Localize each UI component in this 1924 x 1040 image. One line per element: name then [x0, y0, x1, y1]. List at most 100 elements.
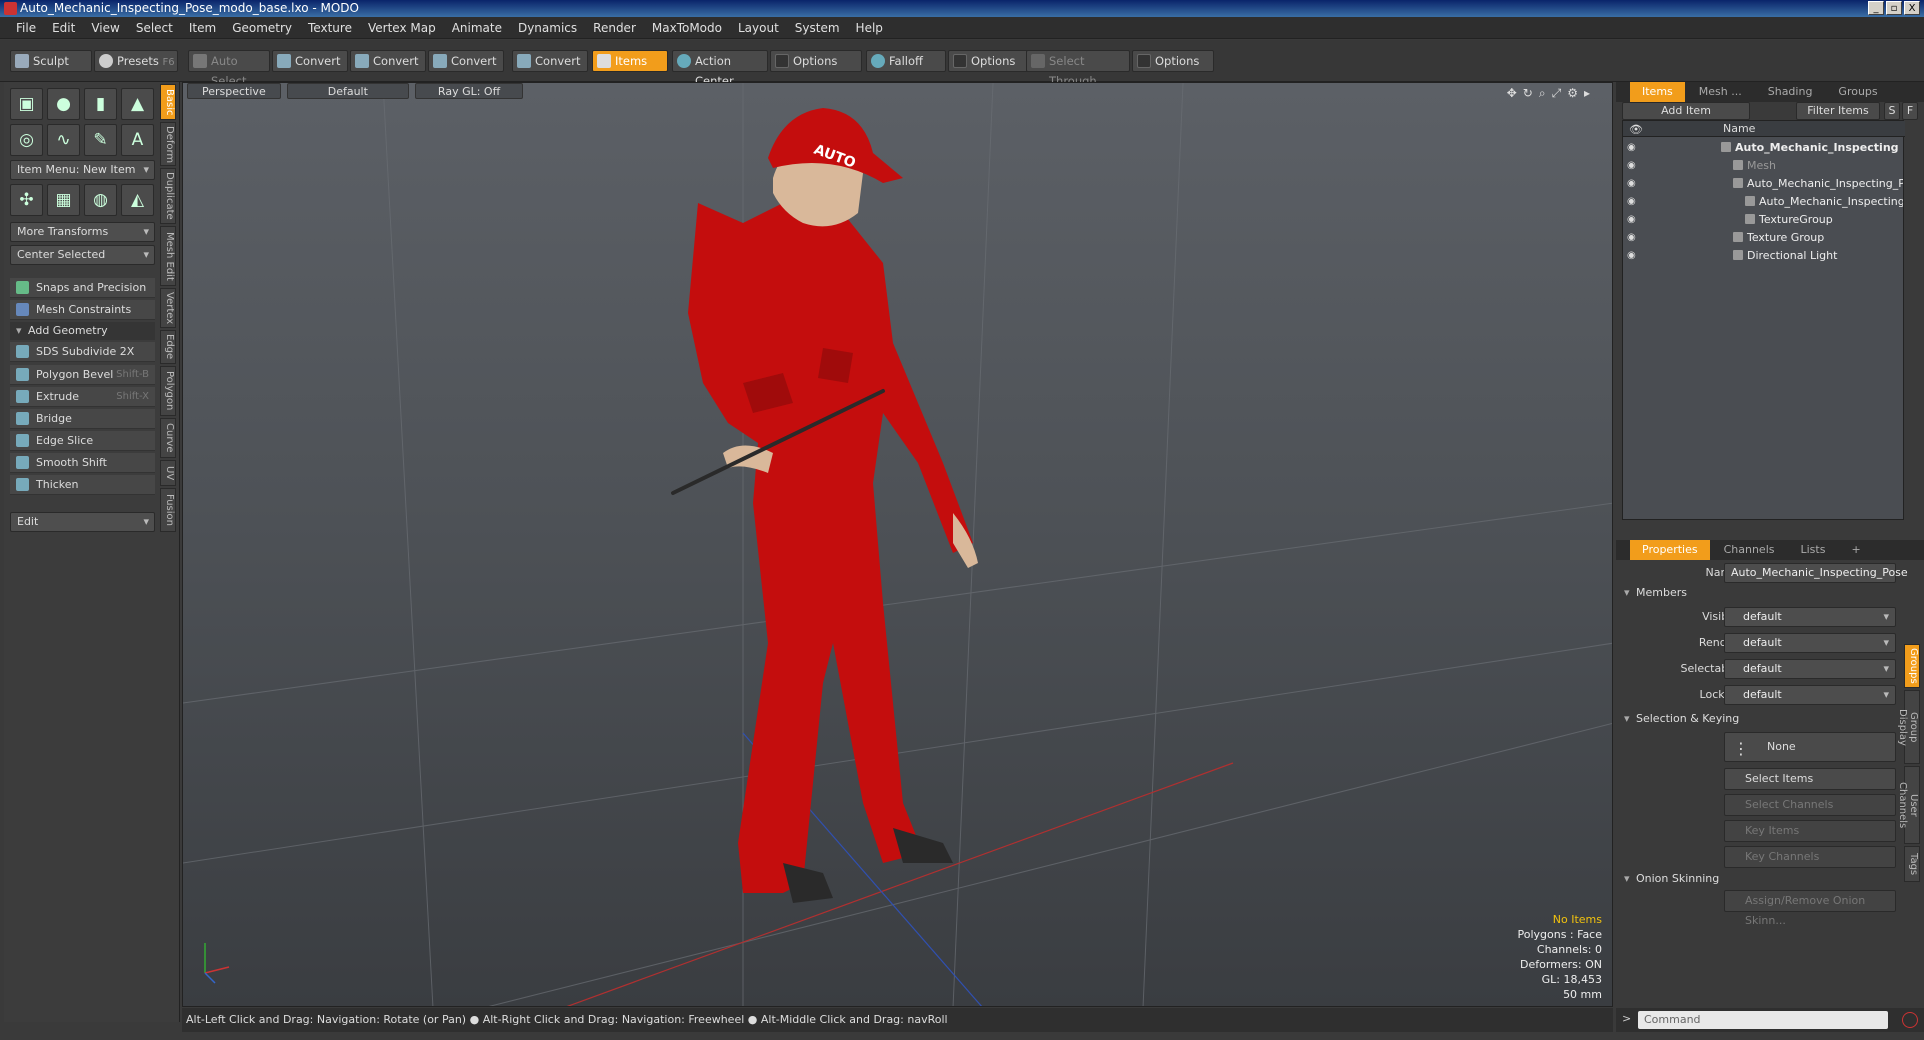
edit-dropdown[interactable]: Edit: [10, 512, 155, 532]
pen-icon[interactable]: ✎: [84, 124, 117, 156]
visible-dropdown[interactable]: default: [1724, 607, 1896, 627]
vtab-vertex[interactable]: Vertex: [160, 288, 176, 328]
menu-vertex-map[interactable]: Vertex Map: [360, 21, 444, 35]
item-row[interactable]: ◉ Auto_Mechanic_Inspecting ...: [1623, 193, 1905, 211]
sphere-icon[interactable]: ●: [47, 88, 80, 120]
tool-polygon-bevel[interactable]: Polygon Bevel Shift-B: [10, 365, 155, 385]
center-selected-dropdown[interactable]: Center Selected: [10, 245, 155, 265]
items-mode-button[interactable]: Items: [592, 50, 668, 72]
convert-polygon-button[interactable]: Convert: [428, 50, 504, 72]
selectable-dropdown[interactable]: default: [1724, 659, 1896, 679]
tab-channels[interactable]: Channels: [1712, 540, 1787, 560]
eye-icon[interactable]: ◉: [1627, 196, 1639, 208]
shading-dropdown[interactable]: Default: [286, 83, 409, 99]
tab-items[interactable]: Items: [1630, 82, 1685, 102]
add-item-dropdown[interactable]: Add Item: [1622, 102, 1750, 120]
options-button-1[interactable]: Options: [770, 50, 862, 72]
s-toggle[interactable]: S: [1884, 102, 1900, 120]
cylinder-icon[interactable]: ▮: [84, 88, 117, 120]
tool-bridge[interactable]: Bridge: [10, 409, 155, 429]
item-menu-dropdown[interactable]: Item Menu: New Item: [10, 160, 155, 180]
filter-items-button[interactable]: Filter Items: [1796, 102, 1880, 120]
convert-vertex-button[interactable]: Convert: [272, 50, 348, 72]
menu-select[interactable]: Select: [128, 21, 181, 35]
auto-select-button[interactable]: Auto Select: [188, 50, 270, 88]
globe-icon[interactable]: ◍: [84, 184, 117, 216]
menu-system[interactable]: System: [787, 21, 848, 35]
menu-maxtomodo[interactable]: MaxToModo: [644, 21, 730, 35]
name-field[interactable]: Auto_Mechanic_Inspecting_Pose: [1724, 563, 1908, 583]
tube-icon[interactable]: ∿: [47, 124, 80, 156]
select-channels-button[interactable]: Select Channels: [1724, 794, 1896, 816]
menu-animate[interactable]: Animate: [444, 21, 510, 35]
vtab-group-display[interactable]: Group Display: [1897, 690, 1920, 764]
tab-properties[interactable]: Properties: [1630, 540, 1710, 560]
vtab-deform[interactable]: Deform: [160, 122, 176, 166]
add-geometry-section[interactable]: Add Geometry: [10, 322, 155, 340]
item-row[interactable]: ◉ Mesh: [1623, 157, 1905, 175]
menu-geometry[interactable]: Geometry: [224, 21, 300, 35]
chevron-right-icon[interactable]: ▸: [1584, 86, 1596, 100]
snaps-precision-button[interactable]: Snaps and Precision: [10, 278, 155, 298]
mesh-constraints-button[interactable]: Mesh Constraints: [10, 300, 155, 320]
vtab-duplicate[interactable]: Duplicate: [160, 168, 176, 224]
gear-icon[interactable]: ⚙: [1567, 86, 1584, 100]
locked-dropdown[interactable]: default: [1724, 685, 1896, 705]
tool-edge-slice[interactable]: Edge Slice: [10, 431, 155, 451]
item-row[interactable]: ◉ Auto_Mechanic_Inspecting_P ...: [1623, 175, 1905, 193]
perspective-icon[interactable]: ◭: [121, 184, 154, 216]
action-center-button[interactable]: Action Center: [672, 50, 768, 88]
eye-icon[interactable]: ◉: [1627, 232, 1639, 244]
menu-layout[interactable]: Layout: [730, 21, 787, 35]
eye-icon[interactable]: ◉: [1627, 250, 1639, 262]
presets-button[interactable]: Presets F6: [94, 50, 178, 72]
tab-add[interactable]: +: [1839, 540, 1872, 560]
close-button[interactable]: X: [1904, 1, 1920, 15]
tool-smooth-shift[interactable]: Smooth Shift: [10, 453, 155, 473]
assign-onion-button[interactable]: Assign/Remove Onion Skinn...: [1724, 890, 1896, 927]
options-button-2[interactable]: Options: [948, 50, 1028, 72]
vtab-user-channels[interactable]: User Channels: [1897, 766, 1920, 844]
render-dropdown[interactable]: default: [1724, 633, 1896, 653]
tool-sds-subdivide[interactable]: SDS Subdivide 2X: [10, 342, 155, 362]
onion-skinning-section[interactable]: Onion Skinning: [1624, 870, 1904, 888]
item-row[interactable]: ◉ TextureGroup: [1623, 211, 1905, 229]
vtab-tags[interactable]: Tags: [1904, 846, 1920, 882]
pan-icon[interactable]: ✥: [1507, 86, 1523, 100]
members-section[interactable]: Members: [1624, 584, 1904, 602]
menu-item[interactable]: Item: [181, 21, 224, 35]
eye-icon[interactable]: ◉: [1627, 214, 1639, 226]
raygl-toggle[interactable]: Ray GL: Off: [414, 83, 524, 99]
cube-icon[interactable]: ▣: [10, 88, 43, 120]
vtab-curve[interactable]: Curve: [160, 418, 176, 458]
tab-shading[interactable]: Shading: [1756, 82, 1825, 102]
tab-lists[interactable]: Lists: [1789, 540, 1838, 560]
zoom-icon[interactable]: ⌕: [1539, 86, 1552, 100]
grid-icon[interactable]: ▦: [47, 184, 80, 216]
command-input[interactable]: Command: [1638, 1011, 1888, 1029]
tab-groups[interactable]: Groups: [1826, 82, 1889, 102]
eye-icon[interactable]: ◉: [1627, 142, 1639, 154]
vtab-groups[interactable]: Groups: [1904, 644, 1920, 688]
convert-edge-button[interactable]: Convert: [350, 50, 426, 72]
options-button-3[interactable]: Options: [1132, 50, 1214, 72]
tool-extrude[interactable]: Extrude Shift-X: [10, 387, 155, 407]
sculpt-button[interactable]: Sculpt: [10, 50, 92, 72]
convert-item-button[interactable]: Convert: [512, 50, 588, 72]
menu-edit[interactable]: Edit: [44, 21, 83, 35]
eye-icon[interactable]: ◉: [1627, 178, 1639, 190]
more-transforms-dropdown[interactable]: More Transforms: [10, 222, 155, 242]
tab-mesh[interactable]: Mesh ...: [1687, 82, 1754, 102]
falloff-button[interactable]: Falloff: [866, 50, 946, 72]
fit-icon[interactable]: ⤢: [1552, 86, 1568, 100]
select-through-button[interactable]: Select Through: [1026, 50, 1130, 88]
minimize-button[interactable]: _: [1868, 1, 1884, 15]
vtab-mesh-edit[interactable]: Mesh Edit: [160, 226, 176, 286]
record-icon[interactable]: [1902, 1012, 1918, 1028]
transform-icon[interactable]: ✣: [10, 184, 43, 216]
item-row[interactable]: ◉ Auto_Mechanic_Inspecting ...: [1623, 139, 1905, 157]
item-row[interactable]: ◉ Directional Light: [1623, 247, 1905, 265]
cone-icon[interactable]: ▲: [121, 88, 154, 120]
key-channels-button[interactable]: Key Channels: [1724, 846, 1896, 868]
key-items-button[interactable]: Key Items: [1724, 820, 1896, 842]
